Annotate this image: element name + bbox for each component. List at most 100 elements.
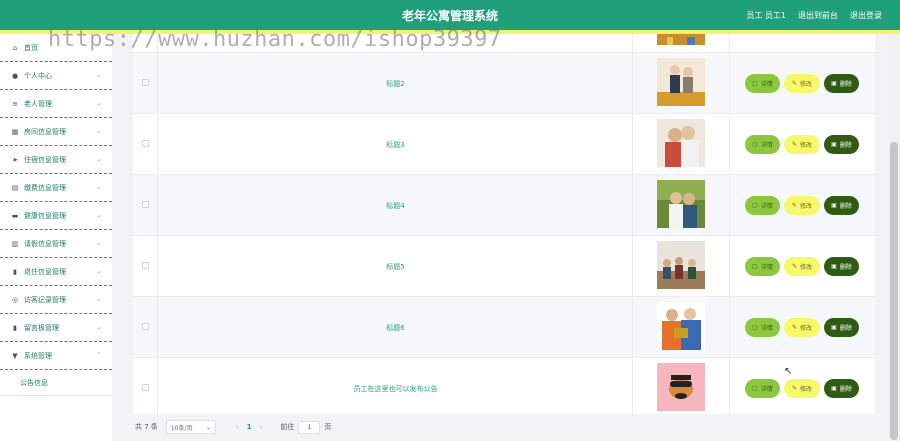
row-thumbnail (657, 34, 705, 45)
delete-button[interactable]: ▣ 删除 (824, 135, 859, 154)
chevron-down-icon: ⌄ (96, 267, 102, 275)
detail-button[interactable]: ▢ 详情 (745, 135, 780, 154)
sidebar-item[interactable]: ▮ 留言板管理 ⌄ (0, 314, 112, 342)
checkbox-cell (133, 53, 158, 113)
sidebar-item[interactable]: ▼ 系统管理 ⌃ (0, 342, 112, 370)
image-cell (633, 236, 730, 296)
sidebar-item[interactable]: ▥ 请假信息管理 ⌄ (0, 230, 112, 258)
delete-button[interactable]: ▣ 删除 (824, 74, 859, 93)
table-row: 标题2 ▢ 详情 ✎ 修改 ▣ 删除 (133, 53, 875, 114)
actions-cell: ▢ 详情 ✎ 修改 ▣ 删除 (730, 175, 875, 235)
delete-button[interactable]: ▣ 删除 (824, 379, 859, 398)
sidebar-item[interactable]: ▦ 房间信息管理 ⌄ (0, 118, 112, 146)
delete-button[interactable]: ▣ 删除 (824, 318, 859, 337)
document-icon: ▢ (752, 80, 758, 87)
sidebar-item[interactable]: ◎ 访客记录管理 ⌄ (0, 286, 112, 314)
sidebar-item[interactable]: ⌂ 首页 (0, 34, 112, 62)
sidebar-item-label: 老人管理 (24, 99, 52, 108)
home-icon: ⌂ (12, 43, 18, 52)
grid-icon: ▦ (11, 127, 19, 136)
document-icon: ▢ (752, 263, 758, 270)
actions-cell: ▢ 详情 ✎ 修改 ▣ 删除 (730, 53, 875, 113)
sidebar-item[interactable]: ➤ 住宿信息管理 ⌄ (0, 146, 112, 174)
table-row: 标题3 ▢ 详情 ✎ 修改 ▣ 删除 (133, 114, 875, 175)
detail-button[interactable]: ▢ 详情 (745, 379, 780, 398)
to-front-link[interactable]: 退出到前台 (798, 10, 838, 21)
detail-button[interactable]: ▢ 详情 (745, 74, 780, 93)
checkbox-cell (133, 175, 158, 235)
table-row: 标题4 ▢ 详情 ✎ 修改 ▣ 删除 (133, 175, 875, 236)
sidebar-item[interactable]: ▬ 健康信息管理 ⌄ (0, 202, 112, 230)
edit-button[interactable]: ✎ 修改 (784, 318, 820, 337)
edit-button[interactable]: ✎ 修改 (784, 135, 820, 154)
chevron-down-icon: ⌄ (96, 71, 102, 79)
edit-button[interactable]: ✎ 修改 (784, 196, 820, 215)
scrollbar-thumb[interactable] (890, 142, 898, 440)
image-cell (633, 297, 730, 357)
checkbox-cell (133, 236, 158, 296)
pencil-icon: ✎ (791, 80, 797, 87)
sliders-icon: ≡ (12, 99, 18, 108)
sidebar-item[interactable]: ≡ 老人管理 ⌄ (0, 90, 112, 118)
row-checkbox[interactable] (142, 140, 149, 147)
chevron-down-icon: ⌄ (96, 211, 102, 219)
sidebar-item[interactable]: ▮ 退住信息管理 ⌄ (0, 258, 112, 286)
current-page[interactable]: 1 (247, 423, 252, 431)
sidebar-item[interactable]: ● 个人中心 ⌄ (0, 62, 112, 90)
image-cell (633, 358, 730, 414)
image-cell (633, 114, 730, 174)
sidebar-item-label: 访客记录管理 (24, 295, 66, 304)
delete-button[interactable]: ▣ 删除 (824, 257, 859, 276)
detail-button[interactable]: ▢ 详情 (745, 318, 780, 337)
total-count: 共 7 条 (135, 423, 158, 431)
chevron-down-icon: ⌄ (96, 183, 102, 191)
delete-button[interactable]: ▣ 删除 (824, 196, 859, 215)
row-title: 标题3 (386, 141, 405, 149)
mouse-cursor-icon: ↖ (784, 366, 793, 377)
trash-icon: ▣ (831, 202, 837, 209)
goto-label: 前往 (280, 423, 295, 431)
page-size-select[interactable]: 10条/页 ⌄ (165, 420, 216, 434)
checkbox-cell (133, 114, 158, 174)
row-title: 员工在这里也可以发布公告 (353, 385, 438, 393)
goto-page-input[interactable]: 1 (298, 420, 321, 434)
trash-icon: ▣ (831, 80, 837, 87)
detail-button[interactable]: ▢ 详情 (745, 257, 780, 276)
edit-button[interactable]: ✎ 修改 (784, 257, 820, 276)
row-checkbox[interactable] (142, 79, 149, 86)
edit-button[interactable]: ✎ 修改 (784, 74, 820, 93)
checkbox-cell (133, 297, 158, 357)
row-checkbox[interactable] (142, 384, 149, 391)
detail-button[interactable]: ▢ 详情 (745, 196, 780, 215)
sidebar-subitem-notice[interactable]: 公告信息 (0, 370, 112, 396)
row-title: 标题4 (386, 202, 405, 210)
row-title: 标题6 (386, 324, 405, 332)
edit-button[interactable]: ✎ 修改 (784, 379, 820, 398)
sidebar-item-label: 请假信息管理 (24, 239, 66, 248)
sidebar-item-label: 留言板管理 (24, 323, 59, 332)
prev-page-icon[interactable]: ‹ (236, 423, 239, 431)
trash-icon: ▣ (831, 324, 837, 331)
title-cell: 标题3 (158, 114, 633, 174)
row-thumbnail (657, 58, 705, 106)
row-checkbox[interactable] (142, 323, 149, 330)
row-checkbox[interactable] (142, 201, 149, 208)
row-checkbox[interactable] (142, 262, 149, 269)
sidebar-item-label: 个人中心 (24, 71, 52, 80)
title-cell: 标题5 (158, 236, 633, 296)
next-page-icon[interactable]: › (260, 423, 263, 431)
title-cell: 标题4 (158, 175, 633, 235)
actions-cell: ▢ 详情 ✎ 修改 ▣ 删除 (730, 358, 875, 414)
actions-cell: ▢ 详情 ✎ 修改 ▣ 删除 (730, 236, 875, 296)
logout-link[interactable]: 退出登录 (850, 10, 882, 21)
actions-cell: ▢ 详情 ✎ 修改 ▣ 删除 (730, 114, 875, 174)
sidebar-item[interactable]: ▤ 缴费信息管理 ⌄ (0, 174, 112, 202)
table-row: 标题6 ▢ 详情 ✎ 修改 ▣ 删除 (133, 297, 875, 358)
chevron-down-icon: ⌄ (96, 323, 102, 331)
sidebar-item-label: 退住信息管理 (24, 267, 66, 276)
document-icon: ▢ (752, 141, 758, 148)
title-cell: 员工在这里也可以发布公告 (158, 358, 633, 414)
actions-cell: ▢ 详情 ✎ 修改 ▣ 删除 (730, 297, 875, 357)
pin-icon: ▼ (12, 351, 18, 360)
chevron-down-icon: ⌄ (96, 295, 102, 303)
